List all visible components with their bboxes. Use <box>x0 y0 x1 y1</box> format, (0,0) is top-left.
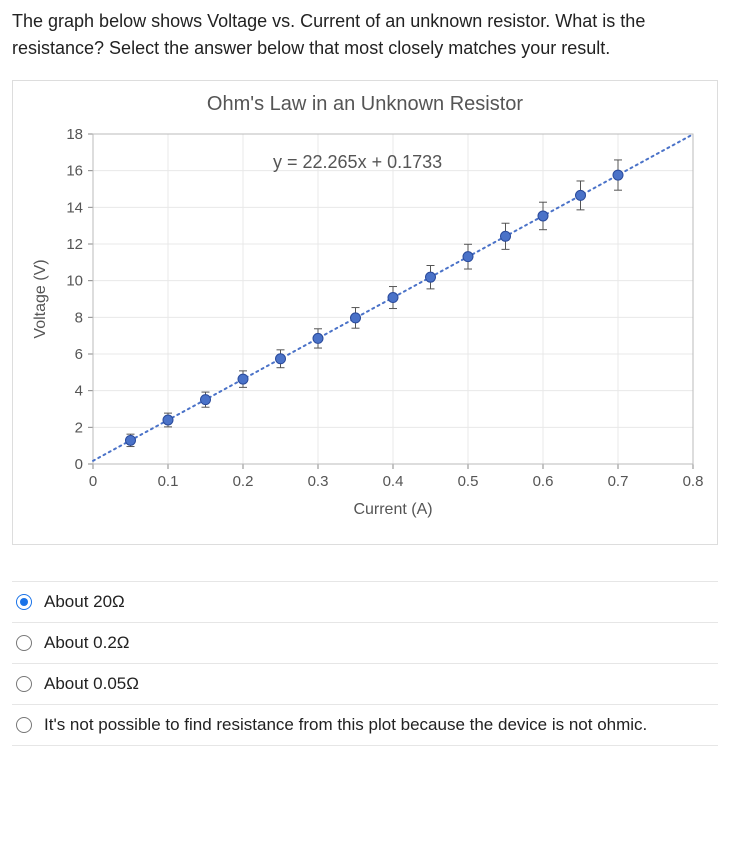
answer-option-3[interactable]: It's not possible to find resistance fro… <box>12 705 718 746</box>
option-label: About 0.2Ω <box>44 633 130 653</box>
svg-text:Current (A): Current (A) <box>353 501 432 518</box>
svg-text:0.8: 0.8 <box>683 473 704 490</box>
answer-option-0[interactable]: About 20Ω <box>12 581 718 623</box>
svg-text:14: 14 <box>66 199 83 216</box>
svg-text:0.4: 0.4 <box>383 473 404 490</box>
svg-text:18: 18 <box>66 126 83 143</box>
trendline-equation: y = 22.265x + 0.1733 <box>273 152 442 173</box>
chart-container: Ohm's Law in an Unknown Resistor 0 0.1 0.2… <box>12 80 718 545</box>
radio-icon[interactable] <box>16 676 32 692</box>
svg-text:4: 4 <box>75 383 83 400</box>
svg-text:0.7: 0.7 <box>608 473 629 490</box>
svg-text:0: 0 <box>75 456 83 473</box>
svg-text:0.5: 0.5 <box>458 473 479 490</box>
chart-svg: 0 0.1 0.2 0.3 0.4 0.5 0.6 0.7 0.8 0 2 4 6 8 10 12 14 16 18… <box>23 124 707 524</box>
answer-options: About 20Ω About 0.2Ω About 0.05Ω It's not p… <box>12 581 718 746</box>
svg-text:2: 2 <box>75 419 83 436</box>
svg-text:0: 0 <box>89 473 97 490</box>
svg-text:0.6: 0.6 <box>533 473 554 490</box>
chart-plot: 0 0.1 0.2 0.3 0.4 0.5 0.6 0.7 0.8 0 2 4 6 8 10 12 14 16 18… <box>23 124 707 524</box>
option-label: About 20Ω <box>44 592 125 612</box>
chart-title: Ohm's Law in an Unknown Resistor <box>23 93 707 116</box>
answer-option-1[interactable]: About 0.2Ω <box>12 623 718 664</box>
svg-text:6: 6 <box>75 346 83 363</box>
svg-text:0.3: 0.3 <box>308 473 329 490</box>
radio-icon[interactable] <box>16 594 32 610</box>
question-text: The graph below shows Voltage vs. Curren… <box>12 8 718 62</box>
svg-text:10: 10 <box>66 273 83 290</box>
svg-text:0.1: 0.1 <box>158 473 179 490</box>
svg-text:16: 16 <box>66 163 83 180</box>
answer-option-2[interactable]: About 0.05Ω <box>12 664 718 705</box>
svg-text:8: 8 <box>75 309 83 326</box>
svg-text:Voltage (V): Voltage (V) <box>32 259 49 338</box>
option-label: About 0.05Ω <box>44 674 139 694</box>
radio-icon[interactable] <box>16 635 32 651</box>
svg-text:12: 12 <box>66 236 83 253</box>
svg-text:0.2: 0.2 <box>233 473 254 490</box>
option-label: It's not possible to find resistance fro… <box>44 715 647 735</box>
radio-icon[interactable] <box>16 717 32 733</box>
